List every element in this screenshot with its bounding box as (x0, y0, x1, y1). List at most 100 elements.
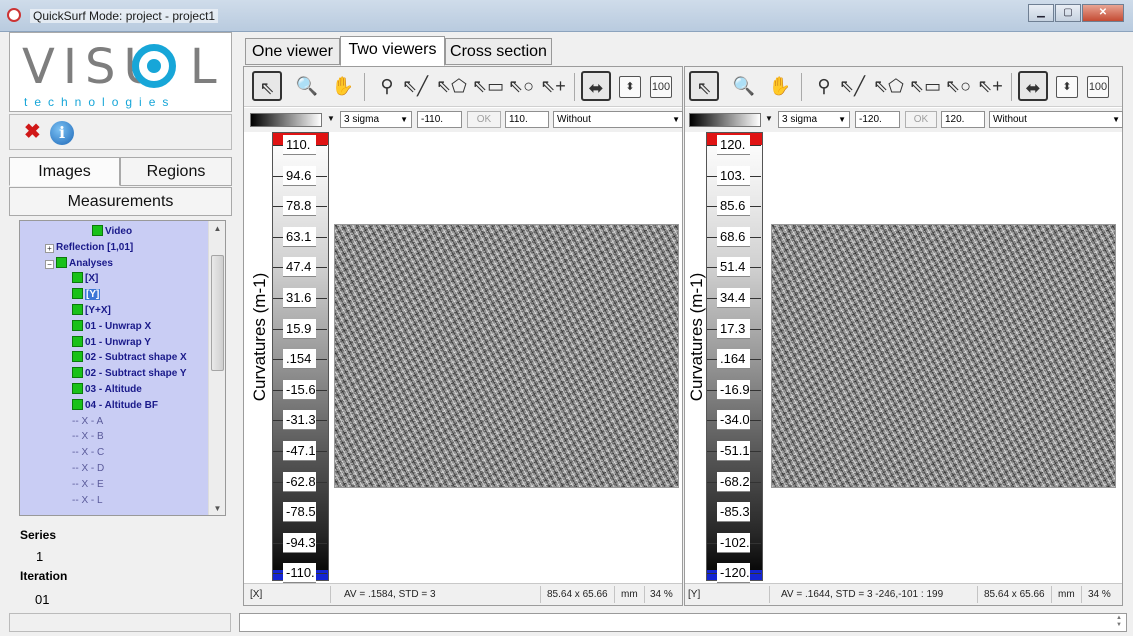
add-point-icon[interactable]: ⇖+ (538, 71, 568, 101)
scroll-thumb[interactable] (211, 255, 224, 371)
tree-item[interactable]: -- X - A (72, 414, 103, 429)
zoom-icon[interactable]: 🔍 (729, 71, 759, 101)
axis-label: Curvatures (m-1) (250, 272, 269, 402)
scale-tick-label: 120. (707, 135, 761, 155)
curvature-image-y[interactable] (771, 224, 1116, 488)
status-square-icon (72, 383, 83, 394)
colormap-selector[interactable] (689, 113, 761, 127)
fit-height-icon[interactable]: ⬍ (619, 76, 641, 98)
tree-item-label: X - C (81, 447, 105, 459)
tree-item[interactable]: -- X - D (72, 461, 104, 476)
line-tool-icon[interactable]: ⇖╱ (837, 71, 867, 101)
collapse-icon[interactable]: − (45, 259, 54, 269)
tree-item-label: X - B (81, 431, 104, 443)
command-input[interactable]: ▲ ▼ (239, 613, 1127, 632)
point-probe-icon[interactable]: ⚲ (372, 71, 402, 101)
tree-item[interactable]: -- X - C (72, 445, 104, 460)
tab-measurements[interactable]: Measurements (9, 187, 232, 216)
pan-hand-icon[interactable]: ✋ (765, 71, 795, 101)
colormap-selector[interactable] (250, 113, 322, 127)
pointer-icon[interactable]: ⇖ (252, 71, 282, 101)
sigma-select[interactable]: 3 sigma ▼ (340, 111, 412, 128)
pointer-icon[interactable]: ⇖ (689, 71, 719, 101)
ok-button[interactable]: OK (905, 111, 937, 128)
minimize-button[interactable]: ▁ (1028, 4, 1054, 22)
tree-item[interactable]: + Reflection [1,01] (45, 240, 133, 255)
tree-item[interactable]: 02 - Subtract shape X (72, 350, 187, 365)
polygon-tool-icon[interactable]: ⇖⬠ (873, 71, 904, 101)
point-probe-icon[interactable]: ⚲ (809, 71, 839, 101)
tree-item[interactable]: Video (92, 224, 132, 239)
tree-item[interactable]: 01 - Unwrap X (72, 319, 151, 334)
scale-tick-label: -94.3 (273, 532, 327, 553)
rectangle-tool-icon[interactable]: ⇖▭ (472, 71, 504, 101)
min-input[interactable]: -120. (855, 111, 900, 128)
scale-tick-label: 78.8 (273, 196, 327, 217)
tree-item[interactable]: -- X - L (72, 493, 103, 508)
colormap-dropdown-icon[interactable]: ▼ (765, 114, 773, 123)
scroll-up-icon[interactable]: ▲ (209, 221, 225, 237)
delete-icon[interactable]: ✖ (24, 122, 41, 142)
series-label: Series (20, 528, 57, 542)
line-tool-icon[interactable]: ⇖╱ (400, 71, 430, 101)
rectangle-tool-icon[interactable]: ⇖▭ (909, 71, 941, 101)
scale-tick-label: -16.9 (707, 379, 761, 400)
pan-hand-icon[interactable]: ✋ (328, 71, 358, 101)
tab-cross-section[interactable]: Cross section (445, 38, 552, 65)
expand-icon[interactable]: + (45, 243, 54, 253)
fit-height-icon[interactable]: ⬍ (1056, 76, 1078, 98)
tree-item[interactable]: [Y+X] (72, 303, 111, 318)
add-point-icon[interactable]: ⇖+ (975, 71, 1005, 101)
scale-tick-label: 68.6 (707, 226, 761, 247)
zoom-100-icon[interactable]: 100 (1087, 76, 1109, 98)
viewer-controls: ▼ 3 sigma ▼ -120. OK 120. Without ▼ (685, 108, 1123, 132)
min-input[interactable]: -110. (417, 111, 462, 128)
tree-item[interactable]: -- X - B (72, 429, 104, 444)
zoom-100-icon[interactable]: 100 (650, 76, 672, 98)
tree-item-label: [X] (85, 273, 99, 285)
scale-tick-label: .164 (707, 349, 761, 370)
spinner-icon[interactable]: ▲ ▼ (1113, 615, 1125, 630)
tree-item[interactable]: 04 - Altitude BF (72, 398, 158, 413)
sigma-select[interactable]: 3 sigma ▼ (778, 111, 850, 128)
tab-one-viewer[interactable]: One viewer (245, 38, 340, 65)
scale-tick-label: -47.1 (273, 441, 327, 461)
scroll-down-icon[interactable]: ▼ (209, 501, 225, 515)
max-input[interactable]: 110. (505, 111, 549, 128)
info-icon[interactable]: i (50, 121, 74, 145)
tree-item[interactable]: [Y] (72, 287, 101, 302)
mode-select[interactable]: Without ▼ (553, 111, 683, 128)
tree-item[interactable]: 03 - Altitude (72, 382, 142, 397)
tree-scrollbar[interactable]: ▲ ▼ (208, 221, 225, 515)
scale-tick-label: 47.4 (273, 257, 327, 278)
tree-item[interactable]: [X] (72, 271, 98, 286)
polygon-tool-icon[interactable]: ⇖⬠ (436, 71, 467, 101)
tab-two-viewers[interactable]: Two viewers (340, 36, 445, 66)
scale-tick-label: -34.0 (707, 410, 761, 431)
colormap-dropdown-icon[interactable]: ▼ (327, 114, 335, 123)
fit-width-icon[interactable]: ⬌ (581, 71, 611, 101)
viewer-status-bar: [Y] AV = .1644, STD = 3 -246,-101 : 199 … (685, 583, 1122, 605)
iteration-value: 01 (35, 592, 50, 607)
status-dims: 85.64 x 65.66 (984, 589, 1045, 600)
scale-tick-label: -31.3 (273, 410, 327, 431)
scale-tick-label: 17.3 (707, 318, 761, 339)
scale-tick-label: .154 (273, 349, 327, 370)
zoom-icon[interactable]: 🔍 (292, 71, 322, 101)
tab-images[interactable]: Images (9, 157, 120, 186)
tree-item[interactable]: 02 - Subtract shape Y (72, 366, 187, 381)
circle-tool-icon[interactable]: ⇖○ (943, 71, 973, 101)
status-square-icon (72, 304, 83, 315)
ok-button[interactable]: OK (467, 111, 501, 128)
tree-item[interactable]: − Analyses (45, 256, 113, 271)
max-input[interactable]: 120. (941, 111, 985, 128)
circle-tool-icon[interactable]: ⇖○ (506, 71, 536, 101)
tab-regions[interactable]: Regions (120, 157, 232, 186)
fit-width-icon[interactable]: ⬌ (1018, 71, 1048, 101)
tree-item[interactable]: 01 - Unwrap Y (72, 335, 151, 350)
tree-item[interactable]: -- X - E (72, 477, 104, 492)
close-window-button[interactable]: ✕ (1082, 4, 1124, 22)
maximize-button[interactable]: ▢ (1055, 4, 1081, 22)
curvature-image-x[interactable] (334, 224, 679, 488)
mode-select[interactable]: Without ▼ (989, 111, 1123, 128)
